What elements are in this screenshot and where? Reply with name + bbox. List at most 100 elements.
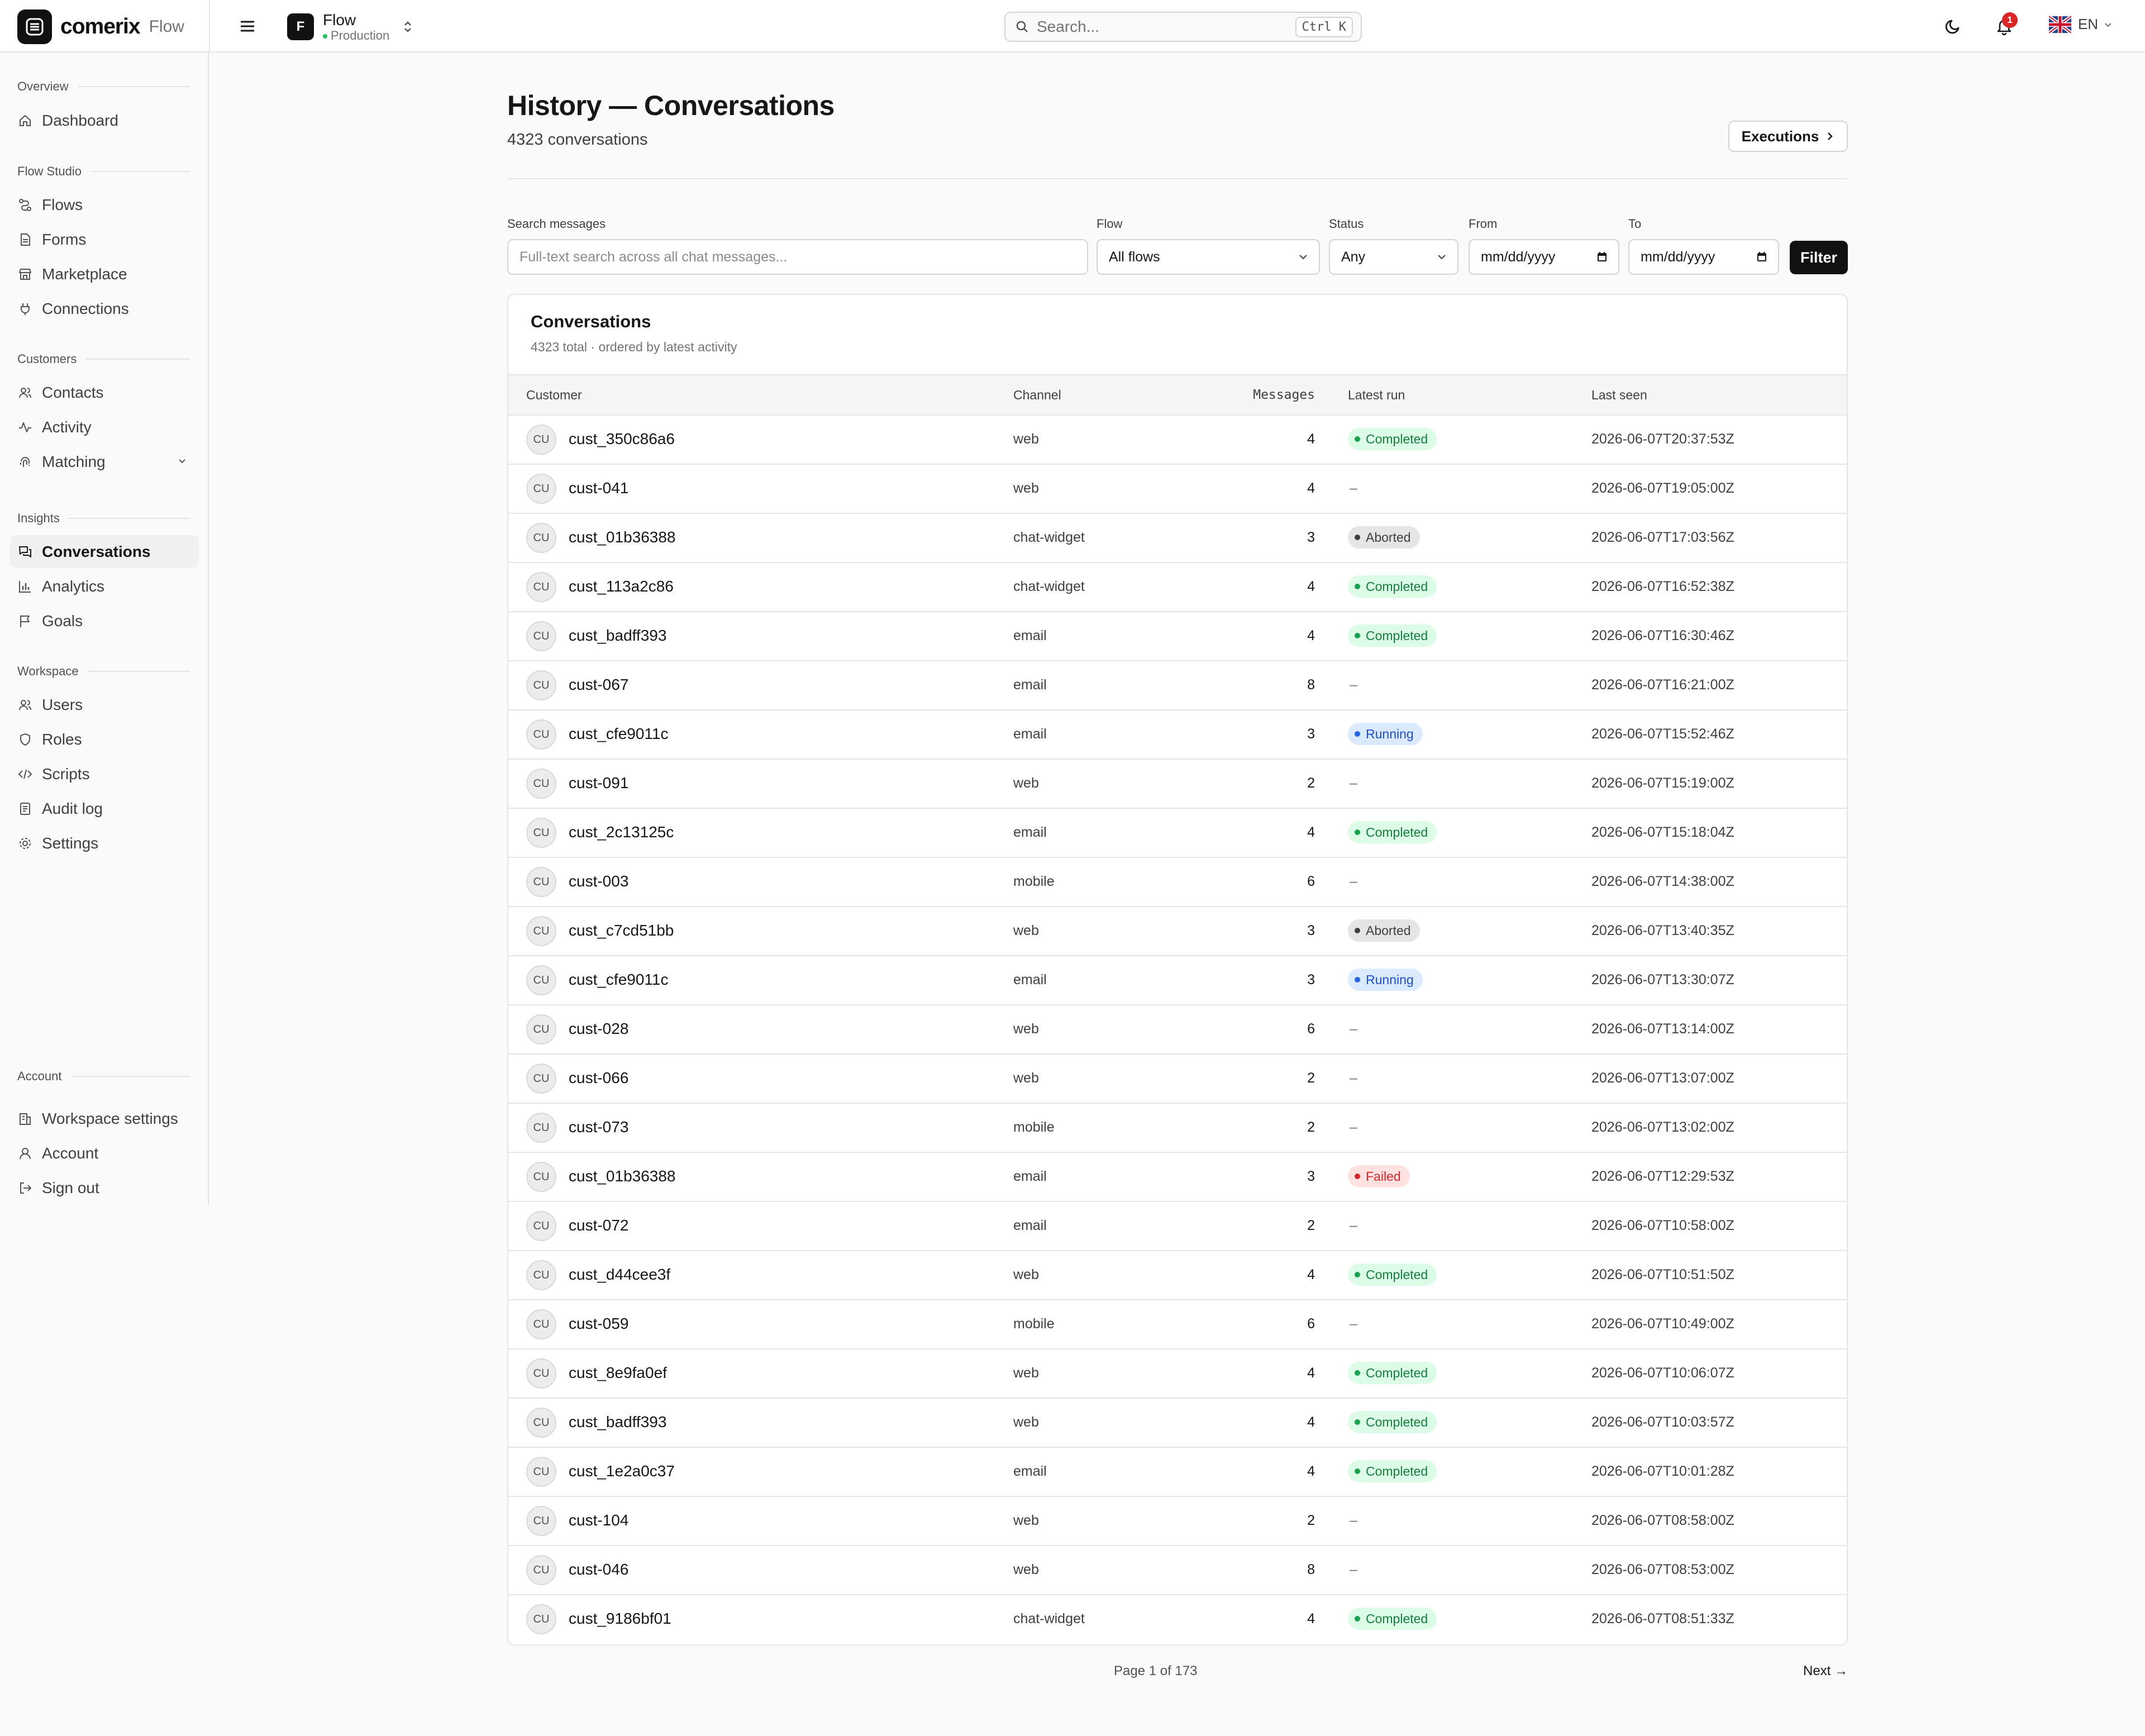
sidebar-item-forms[interactable]: Forms — [10, 223, 199, 255]
table-row[interactable]: CU cust_cfe9011c email 3 Running 2026-06-07T1… — [508, 710, 1847, 760]
table-row[interactable]: CU cust_cfe9011c email 3 Running 2026-06-07T1… — [508, 956, 1847, 1005]
menu-icon[interactable] — [238, 17, 257, 36]
table-row[interactable]: CU cust-059 mobile 6 – 2026-06-07T10:49:00Z — [508, 1300, 1847, 1349]
last-seen: 2026-06-07T10:49:00Z — [1591, 1316, 1734, 1332]
customer-id: cust_8e9fa0ef — [569, 1364, 667, 1381]
column-header-messages[interactable]: Messages — [1253, 388, 1315, 402]
sidebar-item-label: Settings — [42, 834, 99, 852]
channel: web — [1013, 1414, 1039, 1430]
status-label: Running — [1366, 726, 1414, 741]
moon-icon[interactable] — [1944, 17, 1963, 36]
sidebar-item-workspace-settings[interactable]: Workspace settings — [10, 1102, 199, 1134]
sidebar-item-audit-log[interactable]: Audit log — [10, 792, 199, 824]
last-seen: 2026-06-07T19:05:00Z — [1591, 480, 1734, 496]
status-badge: Completed — [1348, 624, 1437, 647]
latest-run-empty: – — [1350, 1513, 1357, 1528]
message-count: 4 — [1307, 1267, 1315, 1282]
status-badge: Completed — [1348, 1460, 1437, 1482]
message-count: 3 — [1307, 923, 1315, 938]
sidebar-item-roles[interactable]: Roles — [10, 723, 199, 755]
sidebar-item-conversations[interactable]: Conversations — [10, 535, 199, 567]
table-row[interactable]: CU cust_01b36388 chat-widget 3 Aborted 2026-0… — [508, 514, 1847, 563]
avatar: CU — [526, 1506, 556, 1536]
sidebar-item-settings[interactable]: Settings — [10, 827, 199, 859]
brand-logo[interactable]: comerix Flow — [17, 9, 184, 44]
last-seen: 2026-06-07T08:53:00Z — [1591, 1562, 1734, 1577]
sidebar-section-overview: Overview — [17, 79, 190, 94]
table-row[interactable]: CU cust_9186bf01 chat-widget 4 Completed 2026… — [508, 1595, 1847, 1644]
customer-id: cust-073 — [569, 1118, 629, 1136]
last-seen: 2026-06-07T16:30:46Z — [1591, 628, 1734, 643]
status-dot — [1355, 1468, 1360, 1474]
search-messages-input[interactable]: Full-text search across all chat message… — [507, 239, 1088, 275]
table-row[interactable]: CU cust-067 email 8 – 2026-06-07T16:21:00Z — [508, 661, 1847, 710]
flow-select[interactable]: All flows — [1097, 239, 1320, 275]
sidebar-item-label: Goals — [42, 612, 83, 629]
from-date-input[interactable]: mm/dd/yyyy — [1469, 239, 1619, 275]
message-count: 2 — [1307, 1218, 1315, 1233]
sidebar-item-goals[interactable]: Goals — [10, 604, 199, 637]
status-label: Completed — [1366, 824, 1428, 840]
sidebar-item-connections[interactable]: Connections — [10, 292, 199, 325]
to-date-label: To — [1628, 217, 1642, 231]
table-row[interactable]: CU cust_c7cd51bb web 3 Aborted 2026-06-07T13:… — [508, 907, 1847, 956]
table-row[interactable]: CU cust-046 web 8 – 2026-06-07T08:53:00Z — [508, 1546, 1847, 1595]
table-row[interactable]: CU cust-003 mobile 6 – 2026-06-07T14:38:00Z — [508, 858, 1847, 907]
sidebar-item-flows[interactable]: Flows — [10, 188, 199, 221]
sidebar-item-dashboard[interactable]: Dashboard — [10, 104, 199, 136]
table-row[interactable]: CU cust_d44cee3f web 4 Completed 2026-06-07T1… — [508, 1251, 1847, 1300]
status-dot — [1355, 1616, 1360, 1621]
sidebar-item-account[interactable]: Account — [10, 1137, 199, 1169]
env-status-dot — [323, 34, 327, 39]
table-row[interactable]: CU cust-073 mobile 2 – 2026-06-07T13:02:00Z — [508, 1104, 1847, 1153]
status-label: Aborted — [1366, 530, 1411, 545]
table-row[interactable]: CU cust-072 email 2 – 2026-06-07T10:58:00Z — [508, 1202, 1847, 1251]
workspace-badge: F — [287, 13, 314, 40]
language-switcher[interactable]: EN — [2049, 16, 2113, 33]
table-row[interactable]: CU cust-104 web 2 – 2026-06-07T08:58:00Z — [508, 1497, 1847, 1546]
filter-button[interactable]: Filter — [1790, 241, 1848, 274]
column-header-channel[interactable]: Channel — [1013, 388, 1061, 403]
customer-id: cust-066 — [569, 1069, 629, 1086]
global-search[interactable]: Search... Ctrl K — [1004, 12, 1362, 42]
sidebar-item-sign-out[interactable]: Sign out — [10, 1171, 199, 1204]
sidebar-item-users[interactable]: Users — [10, 688, 199, 721]
flow-icon — [19, 199, 31, 211]
sidebar-item-contacts[interactable]: Contacts — [10, 376, 199, 408]
sidebar-item-matching[interactable]: Matching — [10, 445, 199, 478]
customer-id: cust_01b36388 — [569, 1167, 676, 1185]
table-row[interactable]: CU cust_badff393 email 4 Completed 2026-06-07… — [508, 612, 1847, 661]
table-row[interactable]: CU cust-091 web 2 – 2026-06-07T15:19:00Z — [508, 760, 1847, 809]
sidebar-item-analytics[interactable]: Analytics — [10, 570, 199, 602]
workspace-switcher[interactable]: F Flow Production — [287, 11, 413, 42]
to-date-input[interactable]: mm/dd/yyyy — [1628, 239, 1779, 275]
customer-id: cust_350c86a6 — [569, 430, 675, 447]
executions-button[interactable]: Executions — [1728, 121, 1848, 152]
bar-chart-icon — [19, 581, 31, 593]
channel: chat-widget — [1013, 530, 1085, 545]
last-seen: 2026-06-07T08:51:33Z — [1591, 1611, 1734, 1627]
table-row[interactable]: CU cust_8e9fa0ef web 4 Completed 2026-06-07T1… — [508, 1349, 1847, 1399]
table-row[interactable]: CU cust_113a2c86 chat-widget 4 Completed 2026… — [508, 563, 1847, 612]
channel: web — [1013, 1070, 1039, 1086]
table-row[interactable]: CU cust-041 web 4 – 2026-06-07T19:05:00Z — [508, 465, 1847, 514]
table-row[interactable]: CU cust_01b36388 email 3 Failed 2026-06-07T12… — [508, 1153, 1847, 1202]
table-body: CU cust_350c86a6 web 4 Completed 2026-06-07T2… — [508, 416, 1847, 1644]
sidebar-item-marketplace[interactable]: Marketplace — [10, 257, 199, 290]
sidebar-item-label: Scripts — [42, 765, 90, 783]
table-row[interactable]: CU cust-066 web 2 – 2026-06-07T13:07:00Z — [508, 1055, 1847, 1104]
workspace-name: Flow — [323, 11, 356, 28]
column-header-customer[interactable]: Customer — [526, 388, 582, 403]
status-dot — [1355, 731, 1360, 737]
sidebar-item-activity[interactable]: Activity — [10, 411, 199, 443]
column-header-latest-run[interactable]: Latest run — [1348, 388, 1405, 403]
table-row[interactable]: CU cust-028 web 6 – 2026-06-07T13:14:00Z — [508, 1005, 1847, 1055]
table-row[interactable]: CU cust_badff393 web 4 Completed 2026-06-07T1… — [508, 1399, 1847, 1448]
table-row[interactable]: CU cust_2c13125c email 4 Completed 2026-06-07… — [508, 809, 1847, 858]
sidebar-item-scripts[interactable]: Scripts — [10, 757, 199, 790]
table-row[interactable]: CU cust_1e2a0c37 email 4 Completed 2026-06-07… — [508, 1448, 1847, 1497]
table-row[interactable]: CU cust_350c86a6 web 4 Completed 2026-06-07T2… — [508, 416, 1847, 465]
status-select[interactable]: Any — [1329, 239, 1458, 275]
column-header-last-seen[interactable]: Last seen — [1591, 388, 1647, 403]
next-page-link[interactable]: Next → — [1803, 1663, 1848, 1679]
